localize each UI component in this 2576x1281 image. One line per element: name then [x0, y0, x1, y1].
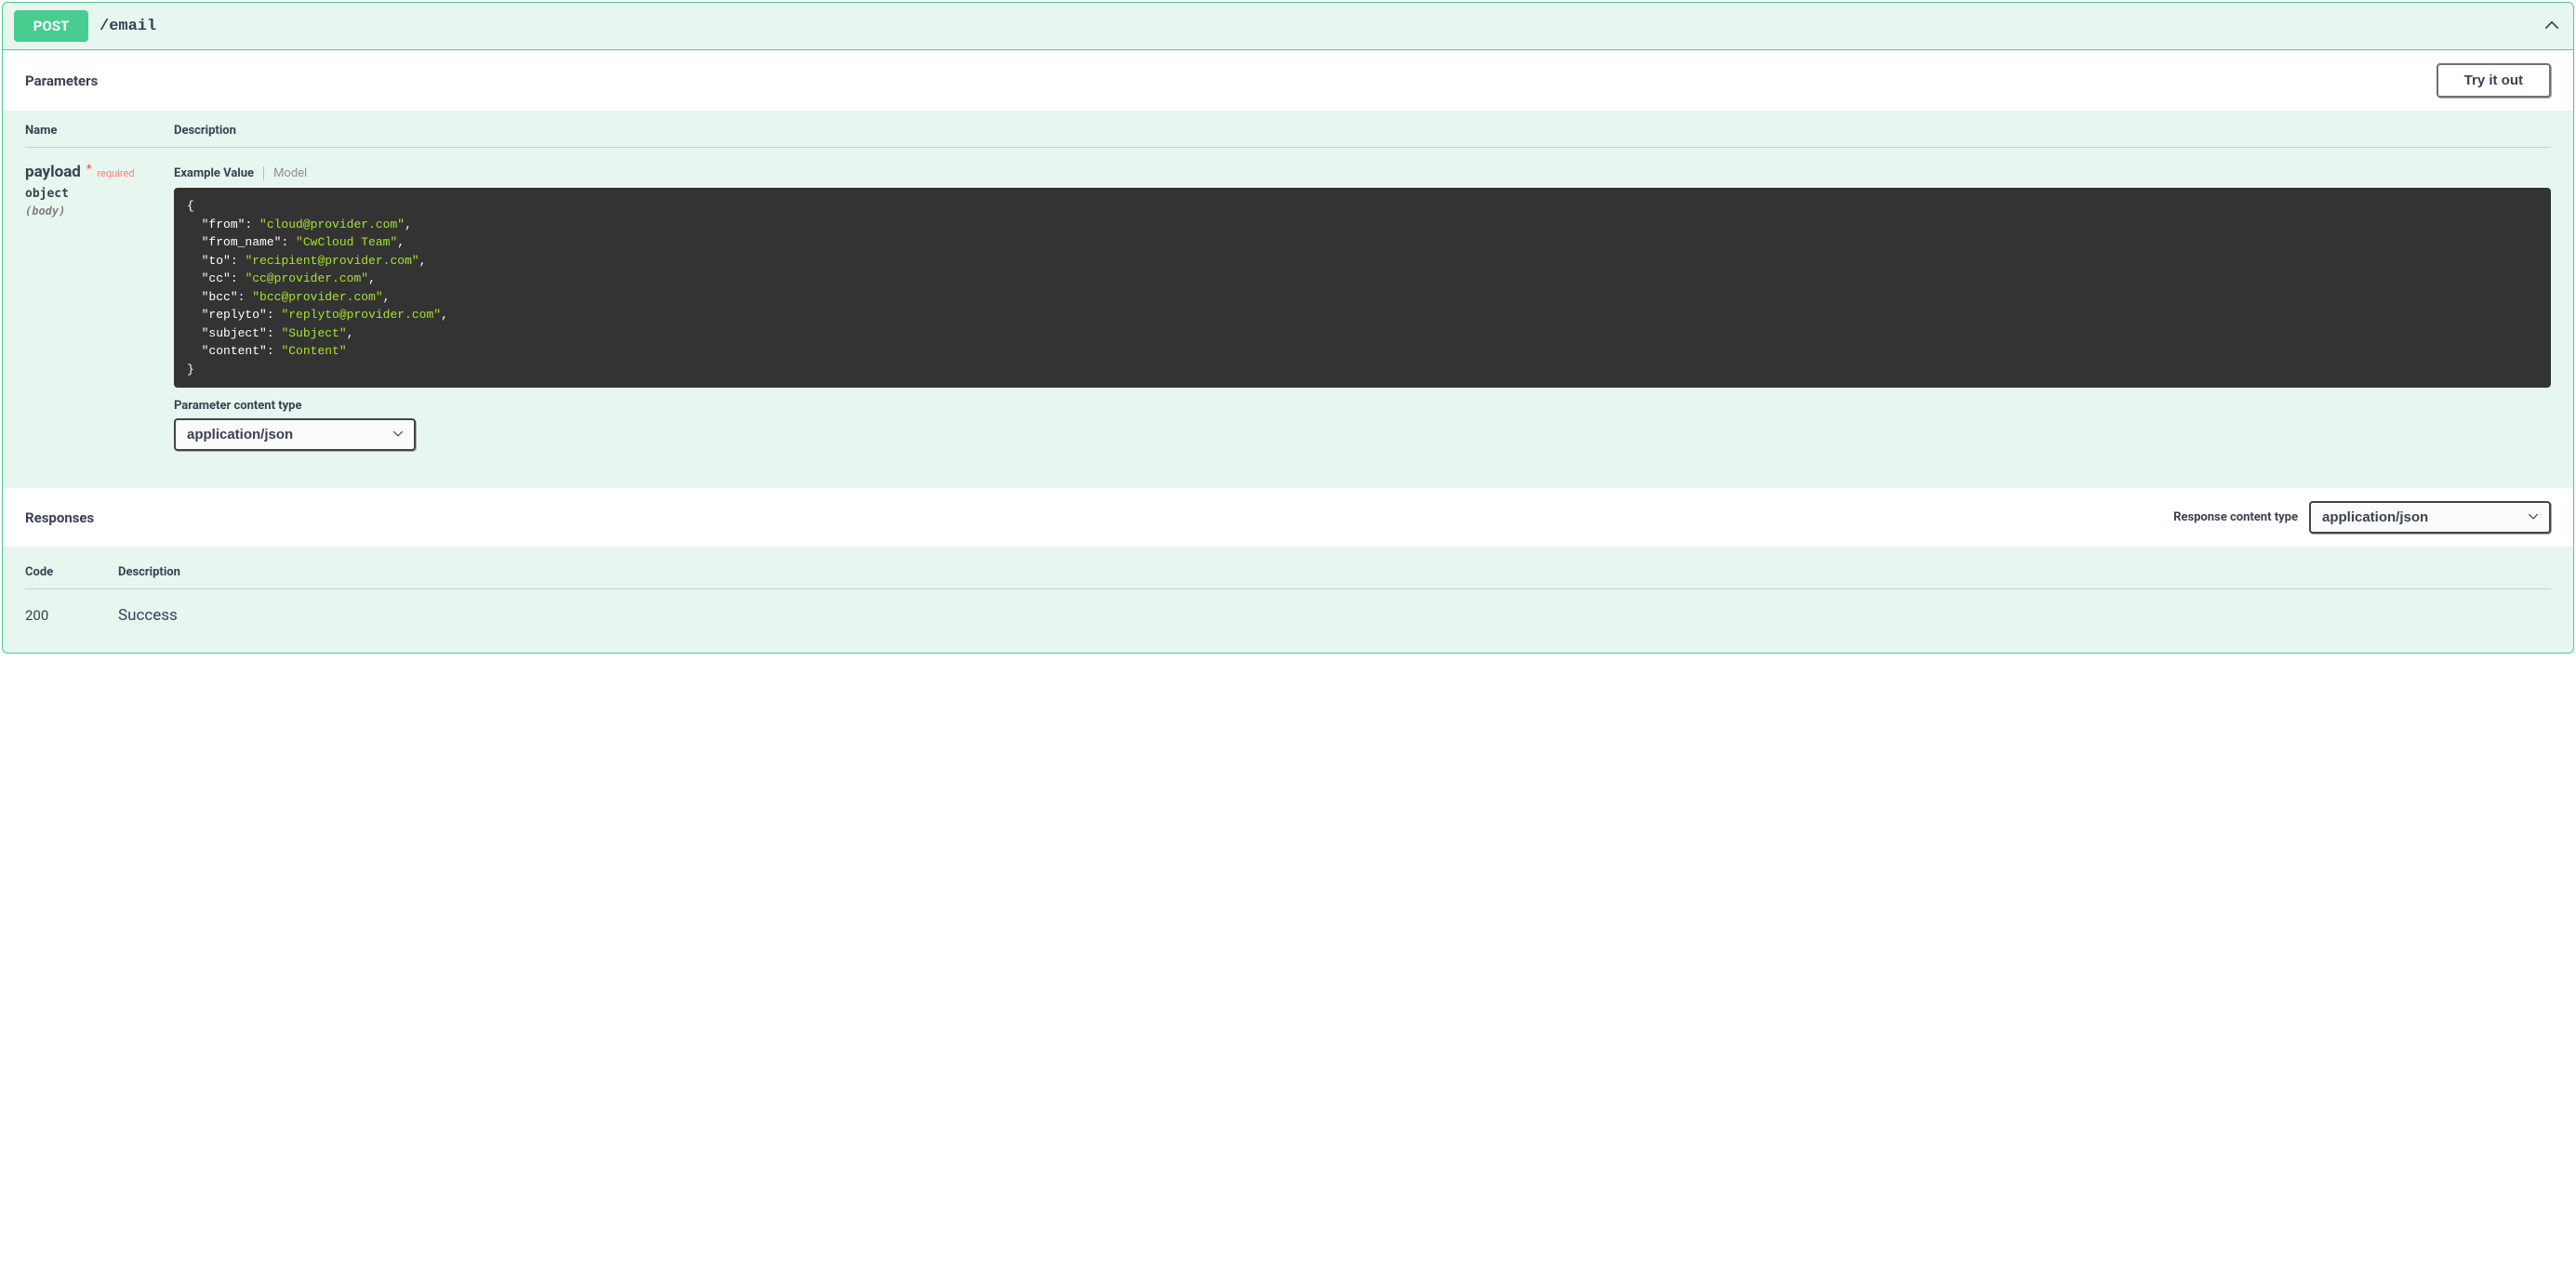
tab-model[interactable]: Model — [264, 166, 307, 180]
responses-header: Responses Response content type applicat… — [3, 488, 2573, 547]
response-content-type-select-wrap: application/json — [2309, 501, 2551, 534]
endpoint-path: /email — [100, 18, 156, 35]
operation-summary[interactable]: POST /email — [3, 3, 2573, 50]
name-column-header: Name — [25, 124, 174, 138]
parameters-header: Parameters Try it out — [3, 50, 2573, 111]
example-code-block[interactable]: { "from": "cloud@provider.com", "from_na… — [174, 188, 2551, 388]
parameter-content-type-label: Parameter content type — [174, 399, 2551, 413]
parameter-row: payload * required object (body) Example… — [25, 148, 2551, 451]
response-code: 200 — [25, 607, 118, 624]
model-tabs: Example ValueModel — [174, 163, 2551, 180]
response-row: 200 Success — [25, 589, 2551, 625]
parameter-name-cell: payload * required object (body) — [25, 163, 174, 451]
try-it-out-button[interactable]: Try it out — [2437, 63, 2551, 98]
parameters-title: Parameters — [25, 73, 98, 89]
parameters-section: Name Description payload * required obje… — [3, 111, 2573, 488]
parameter-content-type-select[interactable]: application/json — [174, 418, 416, 451]
responses-table-head: Code Description — [25, 547, 2551, 589]
chevron-up-icon[interactable] — [2542, 16, 2562, 36]
responses-section: Code Description 200 Success — [3, 547, 2573, 653]
response-content-type-label: Response content type — [2173, 510, 2298, 524]
code-column-header: Code — [25, 565, 118, 579]
required-label: required — [97, 167, 134, 179]
response-description: Success — [118, 606, 178, 625]
tab-example-value[interactable]: Example Value — [174, 166, 264, 180]
parameter-name: payload — [25, 163, 81, 181]
required-star-icon: * — [86, 163, 92, 177]
parameter-content-type-select-wrap: application/json — [174, 418, 416, 451]
parameter-description-cell: Example ValueModel { "from": "cloud@prov… — [174, 163, 2551, 451]
resp-description-column-header: Description — [118, 565, 180, 579]
response-content-type-select[interactable]: application/json — [2309, 501, 2551, 534]
parameter-type: object — [25, 187, 163, 201]
parameters-table-head: Name Description — [25, 111, 2551, 148]
parameter-in: (body) — [25, 205, 163, 218]
description-column-header: Description — [174, 124, 236, 138]
operation-block: POST /email Parameters Try it out Name D… — [2, 2, 2574, 654]
responses-title: Responses — [25, 509, 94, 526]
http-method-badge: POST — [14, 10, 88, 42]
